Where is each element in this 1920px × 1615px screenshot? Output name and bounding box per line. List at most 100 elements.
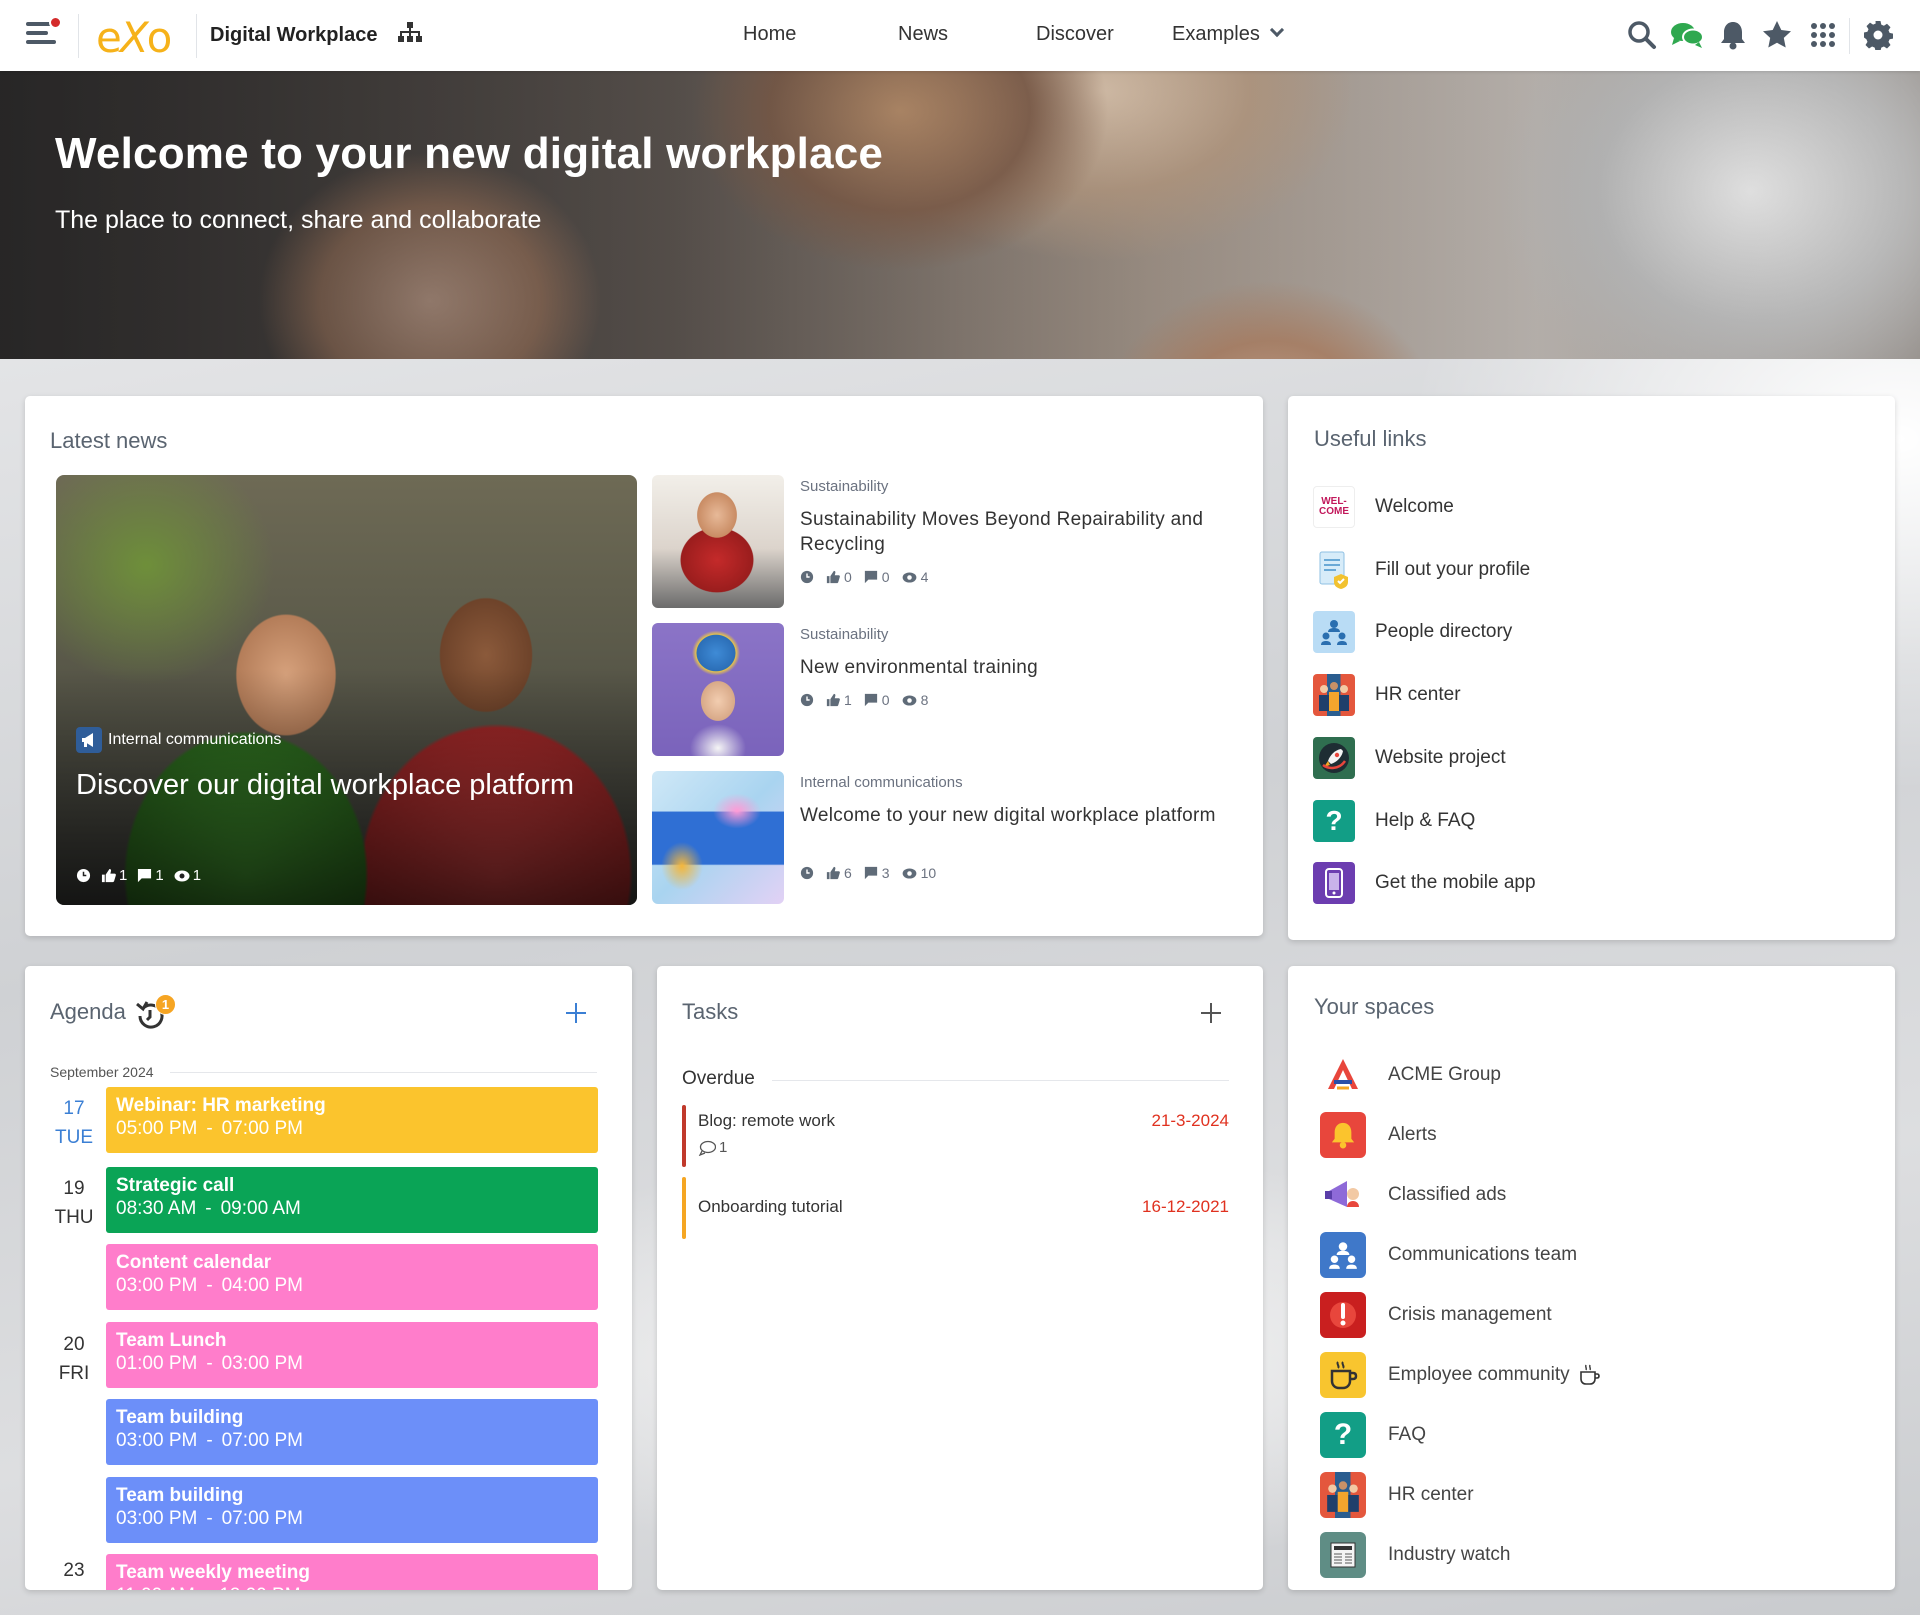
event-start: 03:00 PM	[116, 1508, 198, 1529]
site-name[interactable]: Digital Workplace	[210, 24, 377, 47]
event-time: 01:00 PM -03:00 PM	[116, 1352, 588, 1376]
agenda-event[interactable]: Team building 03:00 PM -07:00 PM	[106, 1399, 598, 1465]
space-item[interactable]: Employee community	[1320, 1352, 1602, 1398]
add-event-plus-icon[interactable]	[562, 999, 590, 1027]
nav-examples[interactable]: Examples	[1172, 22, 1284, 46]
news-views-count: 4	[920, 569, 929, 585]
link-label: People directory	[1375, 621, 1513, 642]
space-item[interactable]: ? FAQ	[1320, 1412, 1426, 1458]
space-item[interactable]: HR center	[1320, 1472, 1474, 1518]
agenda-event[interactable]: Content calendar 03:00 PM -04:00 PM	[106, 1244, 598, 1310]
event-start: 11:00 AM	[116, 1585, 195, 1590]
news-comments: 3	[864, 865, 890, 881]
welcome-icon: WEL-COME	[1313, 486, 1355, 528]
nav-home[interactable]: Home	[743, 23, 796, 46]
comment-icon	[864, 693, 877, 707]
clock-icon	[800, 866, 814, 880]
clock-icon	[76, 868, 91, 883]
space-item[interactable]: ACME Group	[1320, 1052, 1501, 1098]
featured-likes: 1	[101, 867, 127, 884]
news-likes: 1	[826, 692, 852, 708]
menu-icon[interactable]	[26, 16, 62, 48]
thumbs-up-icon	[826, 866, 840, 880]
agenda-event[interactable]: Team weekly meeting 11:00 AM - 12:00 PM	[106, 1554, 598, 1590]
task-title[interactable]: Blog: remote work	[698, 1111, 835, 1131]
search-icon[interactable]	[1625, 18, 1659, 52]
space-name: FAQ	[1388, 1424, 1427, 1445]
event-title: Team Lunch	[116, 1330, 227, 1351]
event-end: 03:00 PM	[221, 1353, 303, 1374]
nav-news[interactable]: News	[898, 23, 948, 46]
link-welcome[interactable]: WEL-COME Welcome	[1313, 486, 1454, 528]
featured-news[interactable]: Internal communications Discover our dig…	[56, 475, 637, 905]
apps-icon[interactable]	[1806, 18, 1840, 52]
news-views: 8	[902, 692, 928, 708]
news-meta: 0 0 4	[800, 569, 928, 585]
featured-views-count: 1	[192, 867, 202, 884]
space-item[interactable]: Crisis management	[1320, 1292, 1552, 1338]
useful-links-card: Useful links WEL-COME Welcome Fill out y…	[1288, 396, 1895, 940]
news-comments: 0	[864, 692, 890, 708]
task-title[interactable]: Onboarding tutorial	[698, 1197, 843, 1217]
space-item[interactable]: Classified ads	[1320, 1172, 1506, 1218]
news-views: 4	[902, 569, 929, 585]
task-item[interactable]: Onboarding tutorial 16-12-2021	[682, 1177, 1229, 1239]
link-label: Website project	[1375, 747, 1506, 768]
news-item[interactable]: Sustainability Sustainability Moves Beyo…	[652, 475, 1203, 610]
featured-views: 1	[174, 867, 201, 884]
notification-dot	[49, 16, 62, 29]
exo-logo[interactable]: eXo	[96, 13, 172, 62]
alert-bell-icon	[1320, 1112, 1366, 1158]
task-due-date: 16-12-2021	[1142, 1197, 1229, 1216]
news-likes-count: 1	[844, 692, 852, 708]
event-title: Team building	[116, 1407, 244, 1428]
event-end: 12:00 PM	[219, 1585, 300, 1590]
nav-discover[interactable]: Discover	[1036, 23, 1114, 46]
news-title[interactable]: Sustainability Moves Beyond Repairabilit…	[800, 507, 1220, 557]
news-comments-count: 3	[881, 865, 890, 881]
news-likes: 6	[826, 865, 852, 881]
link-label: Fill out your profile	[1375, 559, 1531, 580]
news-title[interactable]: Welcome to your new digital workplace pl…	[800, 803, 1220, 828]
link-hr-center[interactable]: HR center	[1313, 674, 1461, 716]
chat-icon[interactable]	[1670, 18, 1704, 52]
bell-icon[interactable]	[1716, 18, 1750, 52]
agenda-event[interactable]: Strategic call 08:30 AM -09:00 AM	[106, 1167, 598, 1233]
space-name: Industry watch	[1388, 1544, 1511, 1565]
event-end: 07:00 PM	[221, 1508, 303, 1529]
sitemap-icon[interactable]	[398, 22, 422, 44]
add-task-plus-icon[interactable]	[1197, 999, 1225, 1027]
space-item[interactable]: Communications team	[1320, 1232, 1577, 1278]
agenda-event[interactable]: Team building 03:00 PM -07:00 PM	[106, 1477, 598, 1543]
event-title: Team weekly meeting	[116, 1562, 310, 1583]
link-profile[interactable]: Fill out your profile	[1313, 549, 1530, 591]
space-name: Crisis management	[1388, 1304, 1552, 1325]
sync-button[interactable]: 1	[135, 994, 179, 1034]
space-item[interactable]: Alerts	[1320, 1112, 1437, 1158]
settings-icon[interactable]	[1861, 18, 1895, 52]
star-icon[interactable]	[1760, 18, 1794, 52]
space-item[interactable]: Industry watch	[1320, 1532, 1511, 1578]
day-number: 19	[63, 1178, 85, 1199]
agenda-event[interactable]: Team Lunch 01:00 PM -03:00 PM	[106, 1322, 598, 1388]
news-title[interactable]: New environmental training	[800, 655, 1220, 680]
clock-icon	[800, 693, 814, 707]
hr-center-icon	[1313, 674, 1355, 716]
link-help-faq[interactable]: ? Help & FAQ	[1313, 800, 1475, 842]
link-people-directory[interactable]: People directory	[1313, 611, 1512, 653]
event-time-separator: -	[206, 1430, 213, 1451]
eye-icon	[902, 694, 916, 706]
welcome-icon-text: WEL-COME	[1319, 496, 1349, 517]
task-item[interactable]: Blog: remote work 21-3-2024 1	[682, 1105, 1229, 1167]
news-views-count: 10	[920, 865, 937, 881]
featured-category: Internal communications	[76, 727, 281, 753]
featured-title[interactable]: Discover our digital workplace platform	[76, 765, 596, 805]
agenda-event[interactable]: Webinar: HR marketing 05:00 PM -07:00 PM	[106, 1087, 598, 1153]
news-item[interactable]: Sustainability New environmental trainin…	[652, 623, 1202, 758]
link-website-project[interactable]: Website project	[1313, 737, 1506, 779]
people-icon	[1313, 611, 1355, 653]
news-comments: 0	[864, 569, 890, 585]
news-item[interactable]: Internal communications Welcome to your …	[652, 771, 1215, 906]
mobile-phone-icon	[1313, 862, 1355, 904]
link-mobile-app[interactable]: Get the mobile app	[1313, 862, 1536, 904]
